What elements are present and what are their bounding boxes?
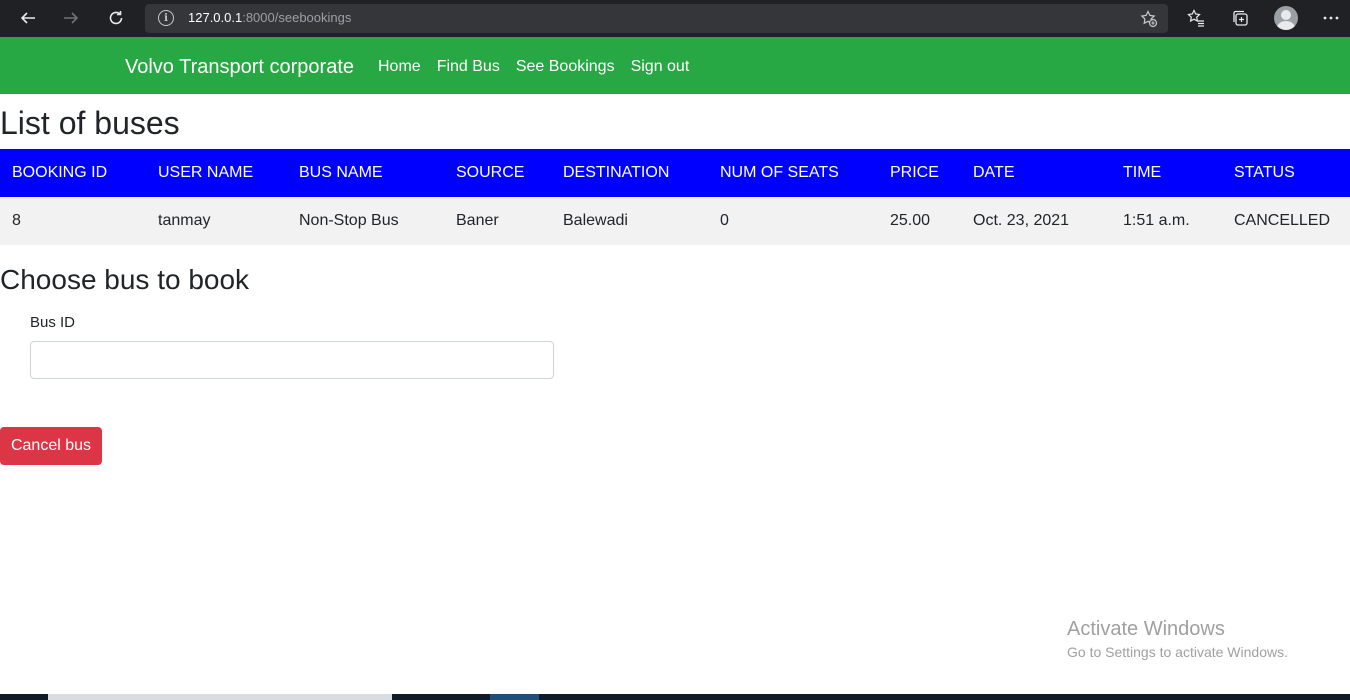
ellipsis-icon [1323, 16, 1339, 20]
cancel-bus-button[interactable]: Cancel bus [0, 427, 102, 465]
add-favorite-button[interactable] [1140, 10, 1158, 33]
column-header-destination: DESTINATION [551, 149, 708, 197]
table-header-row: BOOKING ID USER NAME BUS NAME SOURCE DES… [0, 149, 1350, 197]
reload-button[interactable] [100, 2, 132, 34]
page-title: List of buses [0, 105, 180, 141]
bookings-table: BOOKING ID USER NAME BUS NAME SOURCE DES… [0, 149, 1350, 245]
more-button[interactable] [1318, 5, 1344, 31]
arrow-right-icon [64, 12, 79, 24]
column-header-booking-id: BOOKING ID [0, 149, 146, 197]
cell-booking-id: 8 [0, 197, 146, 245]
refresh-icon [109, 11, 123, 25]
cell-price: 25.00 [878, 197, 961, 245]
browser-toolbar: i 127.0.0.1:8000/seebookings [0, 0, 1350, 37]
bus-id-input[interactable] [30, 341, 554, 379]
column-header-num-of-seats: NUM OF SEATS [708, 149, 878, 197]
back-button[interactable] [12, 2, 44, 34]
column-header-status: STATUS [1222, 149, 1350, 197]
cell-status: CANCELLED [1222, 197, 1350, 245]
table-row: 8 tanmay Non-Stop Bus Baner Balewadi 0 2… [0, 197, 1350, 245]
forward-button[interactable] [55, 2, 87, 34]
bus-id-label: Bus ID [30, 314, 76, 331]
taskbar [0, 694, 1350, 700]
url-path: :8000/seebookings [242, 10, 352, 25]
favorites-list-icon [1187, 9, 1204, 27]
collections-button[interactable] [1227, 5, 1253, 31]
favorites-button[interactable] [1183, 5, 1209, 31]
column-header-price: PRICE [878, 149, 961, 197]
cell-date: Oct. 23, 2021 [961, 197, 1111, 245]
nav-link-see-bookings[interactable]: See Bookings [516, 58, 615, 76]
cell-destination: Balewadi [551, 197, 708, 245]
nav-link-find-bus[interactable]: Find Bus [437, 58, 500, 76]
taskbar-search-box[interactable] [48, 694, 392, 700]
form-title: Choose bus to book [0, 264, 250, 295]
site-navbar: Volvo Transport corporate Home Find Bus … [0, 37, 1350, 94]
column-header-bus-name: BUS NAME [287, 149, 444, 197]
cell-num-of-seats: 0 [708, 197, 878, 245]
windows-activation-watermark: Activate Windows Go to Settings to activ… [1067, 618, 1288, 660]
navbar-brand[interactable]: Volvo Transport corporate [125, 56, 354, 79]
nav-link-sign-out[interactable]: Sign out [631, 58, 690, 76]
star-add-icon [1140, 10, 1158, 28]
watermark-subtitle: Go to Settings to activate Windows. [1067, 644, 1288, 660]
nav-links: Home Find Bus See Bookings Sign out [378, 58, 705, 76]
info-icon[interactable]: i [158, 10, 174, 26]
cell-time: 1:51 a.m. [1111, 197, 1222, 245]
address-bar[interactable]: i 127.0.0.1:8000/seebookings [145, 4, 1168, 33]
profile-avatar[interactable] [1274, 6, 1298, 30]
url-host: 127.0.0.1 [188, 10, 243, 25]
column-header-date: DATE [961, 149, 1111, 197]
column-header-time: TIME [1111, 149, 1222, 197]
cell-user-name: tanmay [146, 197, 287, 245]
column-header-source: SOURCE [444, 149, 551, 197]
taskbar-active-app[interactable] [490, 694, 539, 700]
cell-bus-name: Non-Stop Bus [287, 197, 444, 245]
collections-icon [1233, 10, 1248, 26]
url-text: 127.0.0.1:8000/seebookings [188, 10, 351, 25]
watermark-title: Activate Windows [1067, 618, 1225, 640]
nav-link-home[interactable]: Home [378, 58, 421, 76]
cell-source: Baner [444, 197, 551, 245]
arrow-left-icon [20, 12, 35, 24]
column-header-user-name: USER NAME [146, 149, 287, 197]
